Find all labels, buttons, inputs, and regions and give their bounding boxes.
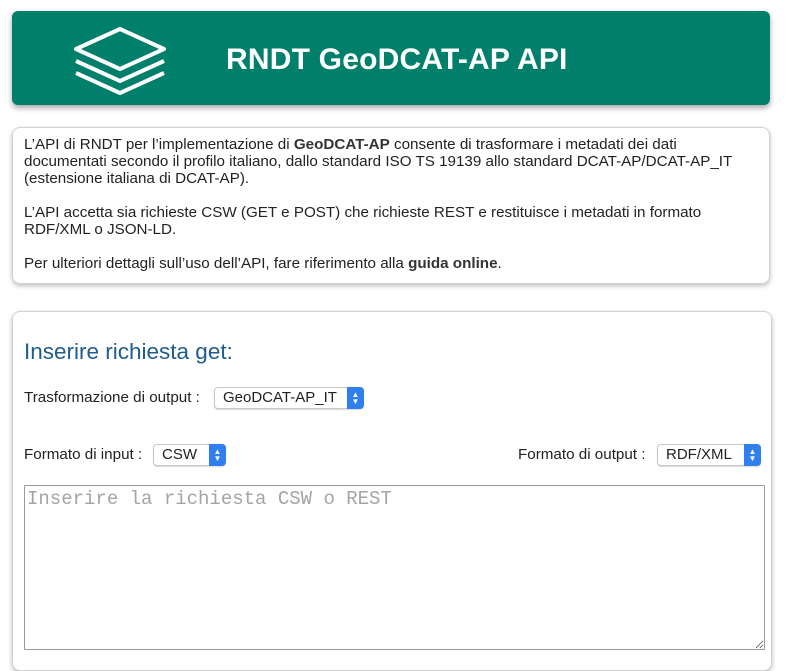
app-header: RNDT GeoDCAT-AP API bbox=[12, 11, 770, 105]
intro-paragraph-3: Per ulteriori dettagli sull’uso dell’API… bbox=[24, 255, 502, 272]
intro-panel: L’API di RNDT per l’implementazione di G… bbox=[12, 127, 770, 284]
guida-online-link[interactable]: guida online bbox=[408, 255, 497, 272]
layers-icon bbox=[74, 27, 166, 95]
transform-select[interactable]: GeoDCAT-AP_IT ▲ ▼ bbox=[214, 387, 364, 409]
intro-paragraph-2: L’API accetta sia richieste CSW (GET e P… bbox=[24, 204, 702, 238]
chevron-updown-icon: ▲ ▼ bbox=[209, 444, 226, 466]
request-textarea[interactable] bbox=[24, 485, 765, 650]
chevron-updown-icon: ▲ ▼ bbox=[744, 444, 761, 466]
form-title: Inserire richiesta get: bbox=[24, 339, 233, 364]
input-format-select[interactable]: CSW ▲ ▼ bbox=[153, 444, 226, 466]
request-form: Inserire richiesta get: Trasformazione d… bbox=[12, 311, 772, 671]
geodcat-ap-bold: GeoDCAT-AP bbox=[293, 136, 390, 153]
output-format-label: Formato di output : bbox=[518, 446, 646, 463]
transform-label: Trasformazione di output : bbox=[24, 389, 200, 406]
intro-paragraph-1: L’API di RNDT per l’implementazione di G… bbox=[24, 136, 732, 187]
chevron-updown-icon: ▲ ▼ bbox=[347, 387, 364, 409]
input-format-label: Formato di input : bbox=[24, 446, 143, 463]
output-format-select[interactable]: RDF/XML ▲ ▼ bbox=[657, 444, 761, 466]
app-title: RNDT GeoDCAT-AP API bbox=[226, 43, 568, 76]
